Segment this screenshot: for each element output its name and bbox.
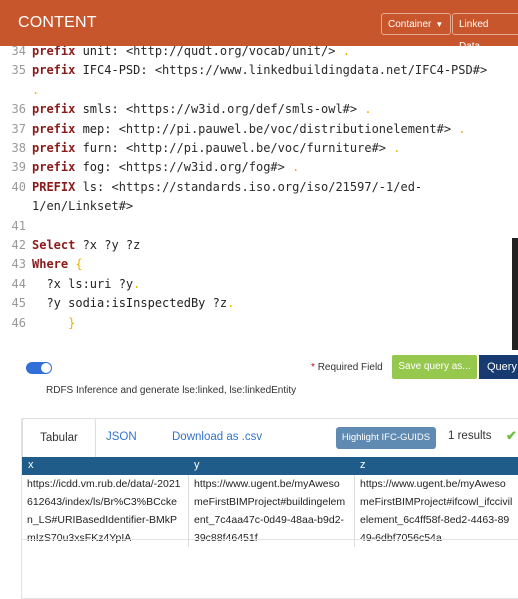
- code-kw: prefix: [32, 141, 76, 155]
- rdfs-inference-toggle[interactable]: [26, 362, 52, 374]
- code-dot: }: [32, 315, 76, 330]
- code-kw: prefix: [32, 63, 76, 78]
- code-text: Select ?x ?y ?z: [32, 236, 140, 254]
- code-text: 1/en/Linkset#>: [32, 197, 133, 215]
- check-icon: ✔: [506, 428, 517, 443]
- code-kw: PREFIX: [32, 179, 76, 194]
- code-kw: prefix: [32, 102, 76, 117]
- line-number: 42: [11, 238, 26, 252]
- content-header: CONTENT Container▼ Linked Data: [0, 0, 518, 52]
- code-text: }: [32, 314, 75, 332]
- code-text: .: [32, 81, 39, 99]
- code-text: Where {: [32, 255, 83, 273]
- code-kw: Select: [32, 238, 76, 252]
- line-number: 38: [11, 141, 26, 155]
- code-text: prefix furn: <http://pi.pauwel.be/voc/fu…: [32, 139, 400, 157]
- cell-x[interactable]: https://icdd.vm.rub.de/data/-2021612643/…: [22, 475, 182, 547]
- required-field-note: * Required Field: [311, 362, 383, 373]
- code-uri: <https://w3id.org/def/smls-owl#>: [118, 102, 358, 117]
- line-number: 41: [11, 218, 26, 233]
- code-kw: prefix: [32, 121, 76, 136]
- line-number: 39: [11, 160, 26, 175]
- rdfs-label: RDFS Inference and generate lse:linked, …: [46, 385, 297, 396]
- code-dot: .: [357, 102, 372, 117]
- code-dot: .: [32, 82, 40, 97]
- code-kw: Where: [32, 257, 69, 272]
- code-pre: ls:: [75, 179, 105, 194]
- table-header: x y z: [22, 457, 518, 475]
- tab-json[interactable]: JSON: [106, 431, 137, 443]
- query-editor[interactable]: 34 prefix unit: <http://qudt.org/vocab/un…: [0, 46, 518, 344]
- toggle-knob: [41, 363, 51, 373]
- caret-down-icon: ▼: [435, 20, 444, 29]
- code-pre: mep:: [75, 121, 112, 136]
- column-header-x: x: [28, 459, 34, 471]
- code-uri: 1/en/Linkset#>: [32, 199, 134, 214]
- code-uri: <http://pi.pauwel.be/voc/distributionele…: [111, 121, 452, 136]
- code-dot: .: [451, 121, 466, 136]
- code-pre: unit:: [75, 46, 119, 58]
- required-star: *: [311, 362, 315, 373]
- code-text: ?x ls:uri ?y.: [32, 275, 140, 293]
- code-pre: ?y sodia:isInspectedBy ?z: [32, 296, 228, 311]
- code-pre: smls:: [75, 102, 119, 117]
- code-dot: .: [133, 276, 141, 291]
- code-pre: furn:: [75, 141, 119, 155]
- cell-z[interactable]: https://www.ugent.be/myAwesomeFirstBIMPr…: [354, 475, 514, 547]
- code-uri: <https://w3id.org/fog#>: [111, 160, 285, 175]
- container-dropdown-button[interactable]: Container ▼: [381, 13, 451, 35]
- required-label: Required Field: [317, 362, 383, 373]
- code-uri: <http://qudt.org/vocab/unit/>: [118, 46, 336, 58]
- code-dot: .: [335, 46, 350, 58]
- code-text: prefix fog: <https://w3id.org/fog#> .: [32, 158, 299, 176]
- results-panel: Tabular JSON Download as .csv Highlight …: [21, 418, 518, 599]
- code-uri: <https://standards.iso.org/iso/21597/-1/…: [104, 179, 423, 194]
- row-divider: [22, 539, 518, 540]
- code-uri: <https://www.linkedbuildingdata.net/IFC4…: [147, 63, 488, 78]
- line-number: 35: [11, 63, 26, 78]
- code-dot: .: [386, 141, 401, 155]
- download-csv-link[interactable]: Download as .csv: [172, 431, 262, 443]
- line-number: 37: [11, 121, 26, 136]
- editor-scrollbar[interactable]: [512, 238, 518, 350]
- highlight-ifc-guids-button[interactable]: Highlight IFC-GUIDS: [336, 427, 436, 449]
- code-text: prefix smls: <https://w3id.org/def/smls-…: [32, 100, 372, 118]
- tab-tabular[interactable]: Tabular: [22, 418, 96, 458]
- line-number: 36: [11, 102, 26, 117]
- line-number: 40: [11, 179, 26, 194]
- line-number: 44: [11, 276, 26, 291]
- code-text: prefix unit: <http://qudt.org/vocab/unit…: [32, 46, 350, 60]
- code-pre: ?x ls:uri ?y: [32, 276, 134, 291]
- line-number: 45: [11, 296, 26, 311]
- results-count: 1 results: [448, 430, 492, 442]
- code-dot: .: [227, 296, 235, 311]
- code-text: ?y sodia:isInspectedBy ?z.: [32, 294, 234, 312]
- container-label: Container: [388, 19, 432, 30]
- query-button[interactable]: Query: [479, 355, 518, 379]
- code-pre: IFC4-PSD:: [75, 63, 148, 78]
- line-number: 46: [11, 315, 26, 330]
- code-kw: prefix: [32, 160, 76, 175]
- linked-data-button[interactable]: Linked Data: [452, 13, 518, 52]
- code-dot: {: [68, 257, 83, 272]
- code-dot: .: [284, 160, 300, 175]
- code-pre: ?x ?y ?z: [75, 238, 141, 252]
- save-query-button[interactable]: Save query as...: [392, 355, 477, 379]
- column-header-z: z: [360, 459, 366, 471]
- code-text: prefix IFC4-PSD: <https://www.linkedbuil…: [32, 61, 487, 79]
- code-uri: <http://pi.pauwel.be/voc/furniture#>: [118, 141, 387, 155]
- column-header-y: y: [194, 459, 200, 471]
- code-pre: fog:: [75, 160, 112, 175]
- code-text: prefix mep: <http://pi.pauwel.be/voc/dis…: [32, 120, 466, 138]
- code-text: PREFIX ls: <https://standards.iso.org/is…: [32, 178, 422, 196]
- line-number: 43: [11, 257, 26, 272]
- code-kw: prefix: [32, 46, 76, 58]
- cell-y[interactable]: https://www.ugent.be/myAwesomeFirstBIMPr…: [188, 475, 348, 547]
- panel-title: CONTENT: [18, 14, 97, 31]
- line-number: 34: [11, 46, 26, 58]
